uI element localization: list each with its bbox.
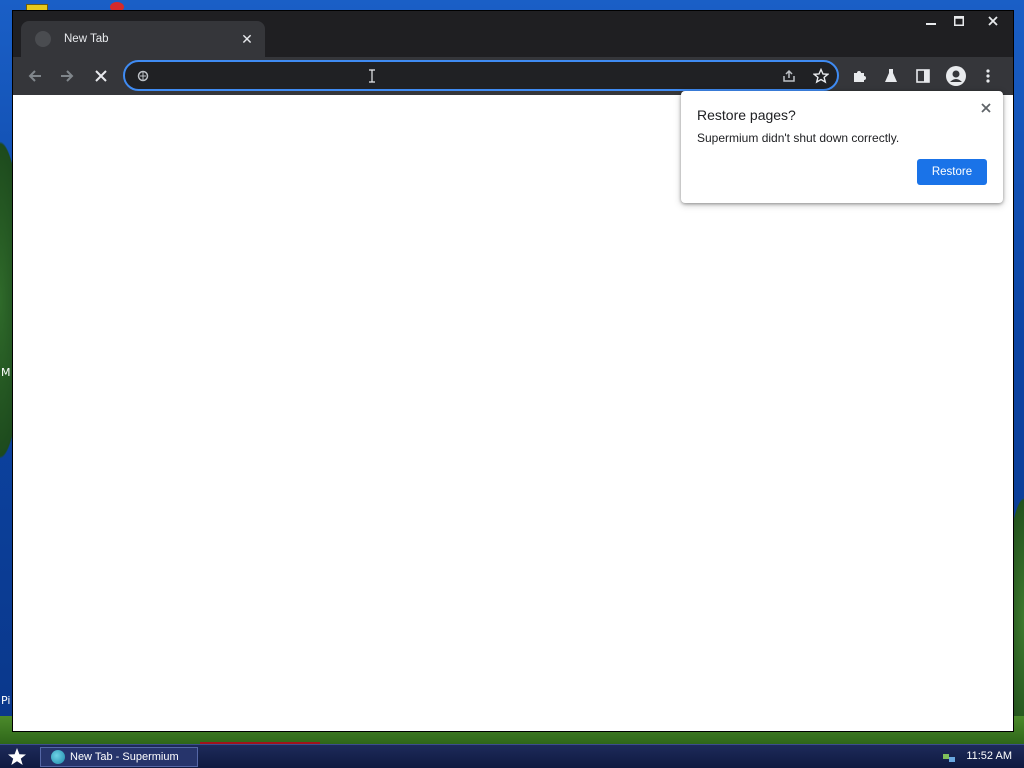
text-cursor-icon xyxy=(368,69,375,83)
back-button[interactable] xyxy=(21,62,49,90)
taskbar-window-button[interactable]: New Tab - Supermium xyxy=(40,747,198,767)
maximize-icon xyxy=(954,16,964,26)
site-info-icon[interactable] xyxy=(135,68,151,84)
browser-app-icon xyxy=(51,750,65,764)
labs-flask-icon[interactable] xyxy=(880,65,902,87)
taskbar: New Tab - Supermium 11:52 AM xyxy=(0,744,1024,768)
maximize-button[interactable] xyxy=(945,11,973,31)
menu-kebab-icon[interactable] xyxy=(977,65,999,87)
desktop-icon-label-2: Pi xyxy=(1,694,11,707)
stop-button[interactable] xyxy=(87,62,115,90)
stop-icon xyxy=(95,70,107,82)
share-icon[interactable] xyxy=(781,68,797,84)
close-window-button[interactable] xyxy=(973,11,1013,31)
back-arrow-icon xyxy=(28,70,41,82)
forward-button[interactable] xyxy=(53,62,81,90)
start-star-icon xyxy=(8,748,26,765)
extensions-icon[interactable] xyxy=(848,65,870,87)
close-icon xyxy=(988,16,998,26)
restore-pages-dialog: Restore pages? Supermium didn't shut dow… xyxy=(681,91,1003,203)
restore-button[interactable]: Restore xyxy=(917,159,987,185)
bookmark-star-icon[interactable] xyxy=(813,68,829,84)
browser-window: New Tab ✕ Restore pages? Supermium didn'… xyxy=(12,10,1014,732)
system-clock[interactable]: 11:52 AM xyxy=(966,750,1012,762)
taskbar-window-label: New Tab - Supermium xyxy=(70,751,179,763)
network-tray-icon[interactable] xyxy=(942,750,956,764)
tab-new-tab[interactable]: New Tab ✕ xyxy=(21,21,265,57)
address-bar[interactable] xyxy=(123,60,839,91)
profile-icon[interactable] xyxy=(945,65,967,87)
window-controls xyxy=(917,11,1013,31)
dialog-title: Restore pages? xyxy=(697,107,796,123)
minimize-icon xyxy=(926,23,936,25)
desktop-icon-label-1: M xyxy=(1,366,11,379)
globe-icon xyxy=(35,31,51,47)
browser-toolbar xyxy=(13,57,1013,95)
tab-close-icon[interactable]: ✕ xyxy=(237,29,257,49)
side-panel-icon[interactable] xyxy=(912,65,934,87)
address-input[interactable] xyxy=(157,66,757,86)
minimize-button[interactable] xyxy=(917,11,945,31)
start-button[interactable] xyxy=(4,746,30,768)
tab-title: New Tab xyxy=(64,33,109,45)
dialog-message: Supermium didn't shut down correctly. xyxy=(697,131,900,145)
title-bar[interactable]: New Tab ✕ xyxy=(13,11,1013,57)
dialog-close-icon[interactable] xyxy=(977,99,995,117)
forward-arrow-icon xyxy=(61,70,74,82)
